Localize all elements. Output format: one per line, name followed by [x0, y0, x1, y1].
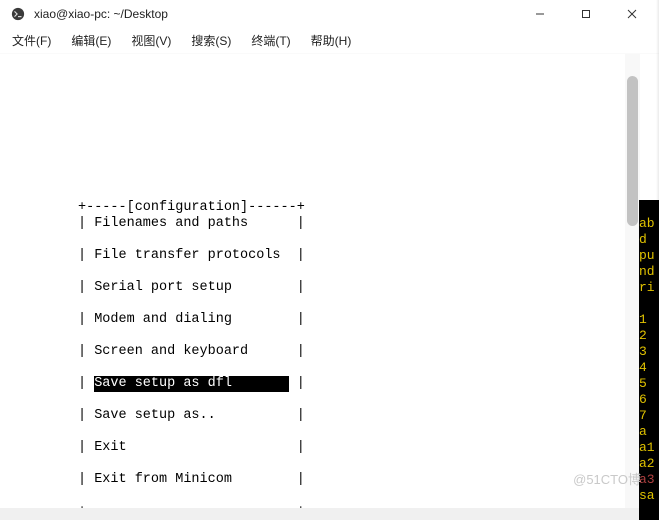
window-title: xiao@xiao-pc: ~/Desktop [34, 7, 517, 21]
close-button[interactable] [609, 0, 655, 28]
menu-item-filenames[interactable]: | Filenames and paths | [78, 216, 305, 232]
scrollbar-thumb[interactable] [627, 76, 638, 226]
menu-item-screen-keyboard[interactable]: | Screen and keyboard | [78, 344, 305, 360]
menu-help[interactable]: 帮助(H) [301, 28, 362, 53]
menu-item-save-dfl[interactable]: | Save setup as dfl | [78, 376, 305, 392]
minimize-button[interactable] [517, 0, 563, 28]
menu-border-top: +-----[configuration]------+ [78, 200, 305, 215]
terminal-viewport[interactable]: +-----[configuration]------+ | Filenames… [0, 54, 640, 508]
menu-item-serial-port[interactable]: | Serial port setup | [78, 280, 305, 296]
menu-item-exit[interactable]: | Exit | [78, 440, 305, 456]
menu-file[interactable]: 文件(F) [2, 28, 61, 53]
menu-item-file-transfer[interactable]: | File transfer protocols | [78, 248, 305, 264]
minicom-config-menu: +-----[configuration]------+ | Filenames… [78, 184, 305, 508]
menu-view[interactable]: 视图(V) [121, 28, 181, 53]
window-controls [517, 0, 655, 28]
menu-terminal[interactable]: 终端(T) [241, 28, 300, 53]
menu-item-save-as[interactable]: | Save setup as.. | [78, 408, 305, 424]
terminal-app-icon [10, 6, 26, 22]
menu-search[interactable]: 搜索(S) [181, 28, 241, 53]
watermark: @51CTO博 [573, 469, 641, 488]
menu-item-modem[interactable]: | Modem and dialing | [78, 312, 305, 328]
maximize-button[interactable] [563, 0, 609, 28]
menu-edit[interactable]: 编辑(E) [61, 28, 121, 53]
menu-item-exit-minicom[interactable]: | Exit from Minicom | [78, 472, 305, 488]
menubar: 文件(F) 编辑(E) 视图(V) 搜索(S) 终端(T) 帮助(H) [0, 28, 659, 54]
titlebar: xiao@xiao-pc: ~/Desktop [0, 0, 659, 28]
vertical-scrollbar[interactable] [625, 54, 640, 508]
menu-border-bottom: +--------------------------+ [78, 504, 305, 508]
terminal-window: xiao@xiao-pc: ~/Desktop 文件(F) 编辑(E) 视图(V… [0, 0, 659, 508]
